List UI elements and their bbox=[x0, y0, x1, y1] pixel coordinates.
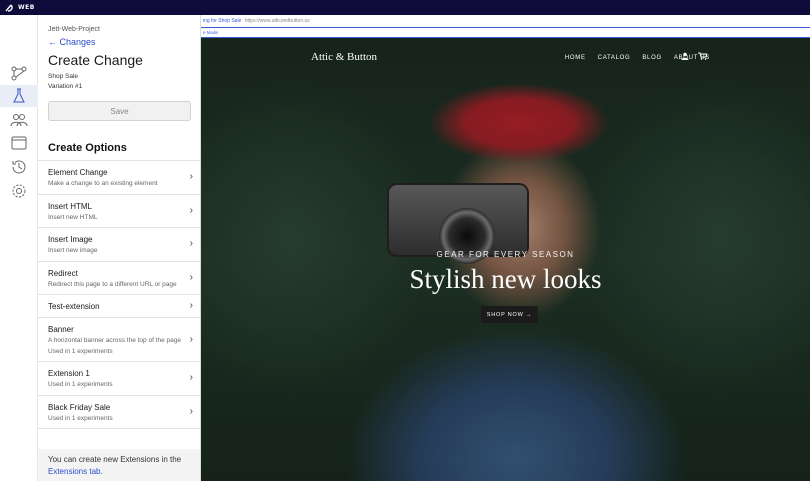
option-usage: Used in 1 experiments bbox=[48, 347, 113, 355]
editing-label: ing for Shop Sale bbox=[203, 18, 242, 24]
project-name: Jett-Web-Project bbox=[48, 26, 100, 33]
site-logo[interactable]: Attic & Button bbox=[311, 51, 377, 63]
chevron-right-icon: › bbox=[189, 171, 193, 183]
option-description: Insert new image bbox=[48, 247, 98, 254]
extensions-footer: You can create new Extensions in the Ext… bbox=[38, 449, 200, 481]
hero-image[interactable]: Attic & Button HOME CATALOG BLOG ABOUT U… bbox=[201, 38, 810, 481]
site-preview[interactable]: ing for Shop Sale https://www.atticandbu… bbox=[201, 15, 810, 481]
nav-home[interactable]: HOME bbox=[565, 55, 586, 61]
option-extension-1[interactable]: Extension 1 Used in 1 experiments › bbox=[38, 362, 200, 396]
back-to-changes-link[interactable]: ← Changes bbox=[48, 37, 96, 47]
option-title: Insert Image bbox=[48, 235, 93, 244]
cart-icon[interactable] bbox=[698, 52, 708, 62]
option-test-extension[interactable]: Test-extension › bbox=[38, 295, 200, 318]
mode-bar: e Mode bbox=[201, 28, 810, 38]
option-description: Redirect this page to a different URL or… bbox=[48, 280, 177, 288]
save-button[interactable]: Save bbox=[48, 101, 191, 121]
hero-overlay bbox=[201, 38, 810, 481]
option-title: Extension 1 bbox=[48, 369, 90, 378]
option-title: Redirect bbox=[48, 268, 78, 278]
flask-icon[interactable] bbox=[0, 85, 38, 107]
brand-label: WEB bbox=[18, 4, 35, 11]
page-title: Create Change bbox=[48, 52, 143, 68]
option-description: Used in 1 experiments bbox=[48, 414, 113, 422]
chevron-right-icon: › bbox=[189, 238, 193, 250]
nav-catalog[interactable]: CATALOG bbox=[598, 55, 631, 61]
create-change-panel: Jett-Web-Project ← Changes Create Change… bbox=[38, 15, 201, 481]
chevron-right-icon: › bbox=[189, 300, 193, 311]
option-description: Make a change to an existing element bbox=[48, 180, 158, 187]
chevron-right-icon: › bbox=[189, 271, 193, 283]
create-options-list: Element Change Make a change to an exist… bbox=[38, 160, 200, 429]
option-title: Element Change bbox=[48, 168, 108, 177]
chevron-right-icon: › bbox=[189, 204, 193, 216]
icon-rail bbox=[0, 15, 38, 481]
experiments-icon[interactable] bbox=[0, 62, 38, 84]
experiment-name: Shop Sale bbox=[48, 73, 78, 80]
chevron-right-icon: › bbox=[189, 333, 193, 345]
footer-text: You can create new Extensions in the bbox=[48, 455, 182, 464]
option-title: Black Friday Sale bbox=[48, 402, 111, 412]
chevron-right-icon: › bbox=[189, 405, 193, 417]
nav-blog[interactable]: BLOG bbox=[642, 55, 661, 61]
option-black-friday-sale[interactable]: Black Friday Sale Used in 1 experiments … bbox=[38, 396, 200, 429]
account-icon[interactable] bbox=[681, 52, 689, 62]
create-options-heading: Create Options bbox=[48, 142, 127, 154]
option-element-change[interactable]: Element Change Make a change to an exist… bbox=[38, 161, 200, 195]
editing-url: https://www.atticandbutton.us bbox=[244, 18, 310, 24]
option-title: Insert HTML bbox=[48, 201, 93, 211]
option-insert-html[interactable]: Insert HTML Insert new HTML › bbox=[38, 195, 200, 228]
hero-tagline: GEAR FOR EVERY SEASON bbox=[436, 250, 575, 259]
top-bar: WEB bbox=[0, 0, 810, 15]
option-description: A horizontal banner across the top of th… bbox=[48, 337, 181, 344]
site-nav-icons bbox=[681, 52, 708, 62]
option-title: Test-extension bbox=[48, 302, 100, 311]
option-description: Insert new HTML bbox=[48, 213, 98, 221]
option-redirect[interactable]: Redirect Redirect this page to a differe… bbox=[38, 262, 200, 295]
app-logo-icon[interactable] bbox=[4, 3, 14, 13]
audience-icon[interactable] bbox=[0, 109, 38, 131]
settings-icon[interactable] bbox=[0, 180, 38, 202]
option-insert-image[interactable]: Insert Image Insert new image › bbox=[38, 228, 200, 262]
option-title: Banner bbox=[48, 325, 74, 334]
history-icon[interactable] bbox=[0, 156, 38, 178]
mode-label: e Mode bbox=[203, 30, 219, 35]
shop-now-button[interactable]: SHOP NOW → bbox=[481, 306, 538, 323]
hero-headline: Stylish new looks bbox=[409, 264, 602, 294]
option-banner[interactable]: Banner A horizontal banner across the to… bbox=[38, 318, 200, 362]
window-icon[interactable] bbox=[0, 132, 38, 154]
variation-name: Variation #1 bbox=[48, 83, 83, 90]
editor-bar: ing for Shop Sale https://www.atticandbu… bbox=[201, 15, 810, 28]
option-description: Used in 1 experiments bbox=[48, 381, 113, 388]
extensions-tab-link[interactable]: Extensions tab. bbox=[48, 467, 103, 476]
chevron-right-icon: › bbox=[189, 372, 193, 384]
